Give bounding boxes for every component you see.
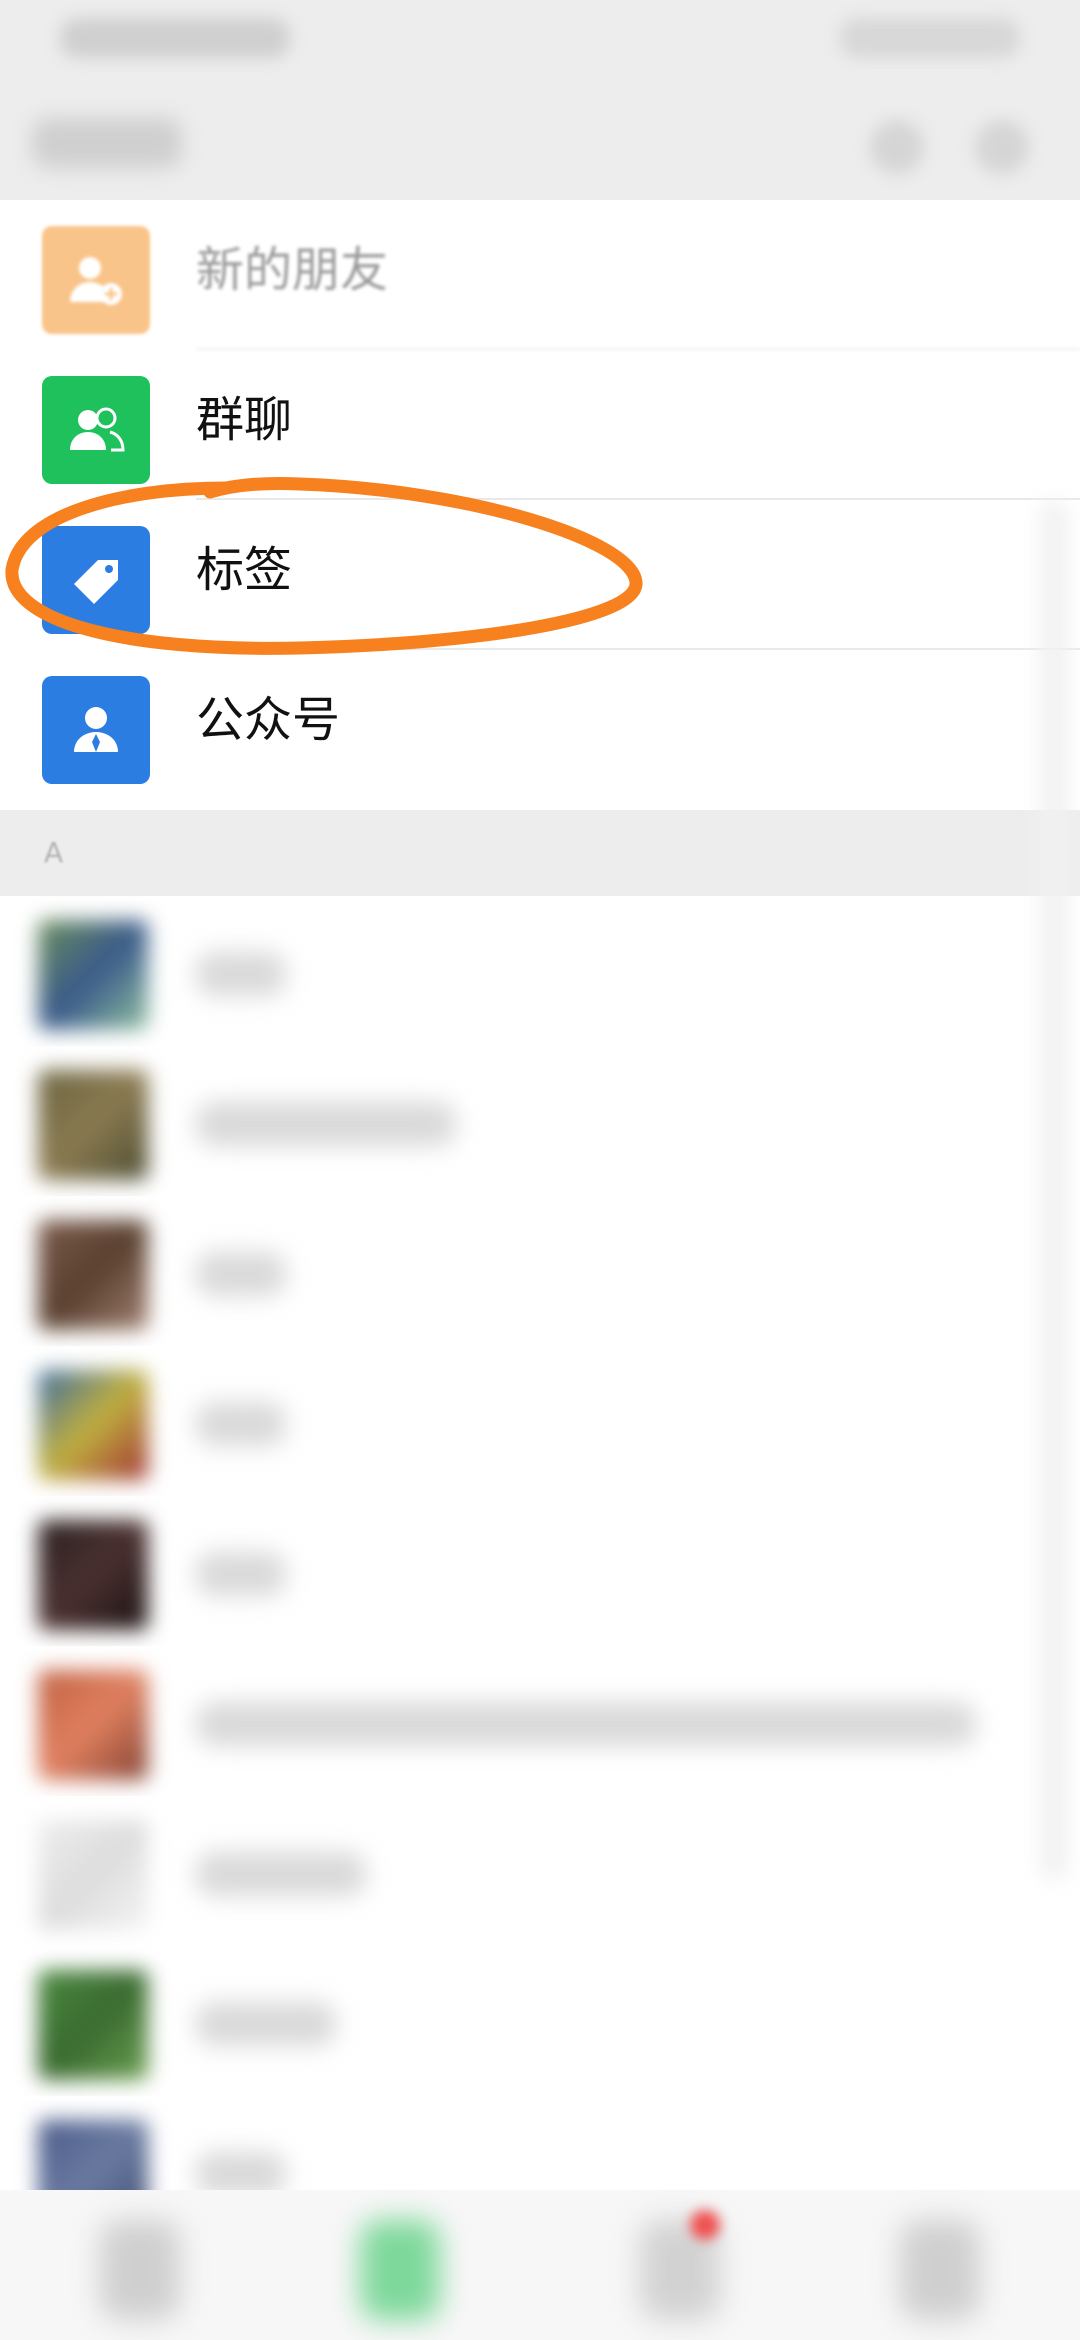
contact-name-blur [196, 1252, 286, 1296]
contact-row[interactable] [0, 1346, 1080, 1496]
status-bar-left-blur [60, 18, 290, 58]
official-account-icon [42, 676, 150, 784]
contacts-function-list: 新的朋友 群聊 标签 公众号 [0, 200, 1080, 810]
avatar [38, 1820, 148, 1930]
top-header [0, 80, 1080, 200]
contact-row[interactable] [0, 1496, 1080, 1646]
contact-row[interactable] [0, 1196, 1080, 1346]
contact-name-blur [196, 1402, 286, 1446]
group-icon [42, 376, 150, 484]
alphabet-index[interactable] [1040, 500, 1068, 1880]
contact-name-blur [196, 1102, 456, 1146]
person-add-icon [42, 226, 150, 334]
new-friends-row[interactable]: 新的朋友 [0, 200, 1080, 350]
group-chats-label: 群聊 [196, 392, 293, 448]
notification-badge [690, 2210, 720, 2240]
contact-row[interactable] [0, 1796, 1080, 1946]
tab-me[interactable] [900, 2220, 980, 2320]
avatar [38, 1970, 148, 2080]
contact-row[interactable] [0, 2096, 1080, 2230]
avatar [38, 1070, 148, 1180]
contact-row[interactable] [0, 1046, 1080, 1196]
contact-name-blur [196, 1702, 976, 1746]
section-letter: A [44, 836, 64, 869]
tab-contacts[interactable] [360, 2220, 440, 2320]
add-icon[interactable] [975, 120, 1029, 174]
bottom-navigation [0, 2190, 1080, 2340]
contact-name-blur [196, 2002, 336, 2046]
contact-row[interactable] [0, 1946, 1080, 2096]
avatar [38, 1370, 148, 1480]
official-accounts-row[interactable]: 公众号 [0, 650, 1080, 800]
contact-name-blur [196, 1852, 366, 1896]
contact-row[interactable] [0, 896, 1080, 1046]
contact-row[interactable] [0, 1646, 1080, 1796]
avatar [38, 1520, 148, 1630]
search-icon[interactable] [870, 120, 924, 174]
avatar [38, 1670, 148, 1780]
header-title-blur [32, 118, 182, 168]
avatar [38, 920, 148, 1030]
tab-chats[interactable] [100, 2220, 180, 2320]
status-bar-right-blur [840, 18, 1020, 58]
group-chats-row[interactable]: 群聊 [0, 350, 1080, 500]
tag-icon [42, 526, 150, 634]
contact-name-blur [196, 952, 286, 996]
tags-label: 标签 [196, 542, 293, 598]
new-friends-label: 新的朋友 [196, 242, 389, 298]
official-accounts-label: 公众号 [196, 692, 341, 748]
section-header-a: A [0, 810, 1080, 896]
avatar [38, 1220, 148, 1330]
status-bar [0, 0, 1080, 80]
contact-name-blur [196, 1552, 286, 1596]
tags-row[interactable]: 标签 [0, 500, 1080, 650]
